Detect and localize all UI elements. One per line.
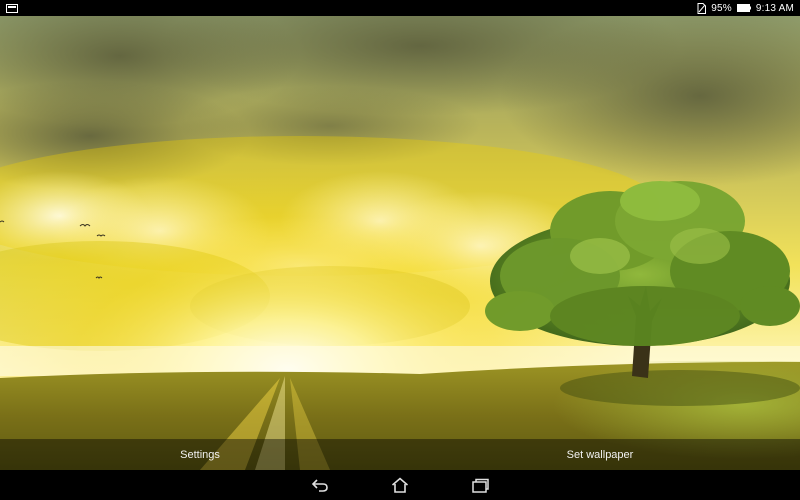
set-wallpaper-button[interactable]: Set wallpaper bbox=[400, 439, 800, 470]
back-icon bbox=[311, 478, 329, 492]
battery-icon bbox=[736, 4, 751, 12]
status-bar: 95% 9:13 AM bbox=[0, 0, 800, 16]
recent-apps-icon bbox=[471, 478, 489, 493]
home-button[interactable] bbox=[360, 470, 440, 500]
wallpaper-action-bar: Settings Set wallpaper bbox=[0, 439, 800, 470]
status-right: 95% 9:13 AM bbox=[697, 2, 794, 14]
no-sim-icon bbox=[697, 2, 707, 14]
home-icon bbox=[391, 477, 409, 493]
settings-button[interactable]: Settings bbox=[0, 439, 400, 470]
wallpaper-image bbox=[0, 16, 800, 470]
battery-percent: 95% bbox=[711, 2, 732, 14]
status-left bbox=[6, 3, 18, 13]
back-button[interactable] bbox=[280, 470, 360, 500]
recent-apps-button[interactable] bbox=[440, 470, 520, 500]
navigation-bar bbox=[0, 470, 800, 500]
settings-button-label: Settings bbox=[180, 448, 220, 461]
set-wallpaper-button-label: Set wallpaper bbox=[566, 448, 634, 461]
clock: 9:13 AM bbox=[755, 2, 794, 14]
notification-icon bbox=[6, 3, 18, 13]
wallpaper-preview bbox=[0, 16, 800, 470]
